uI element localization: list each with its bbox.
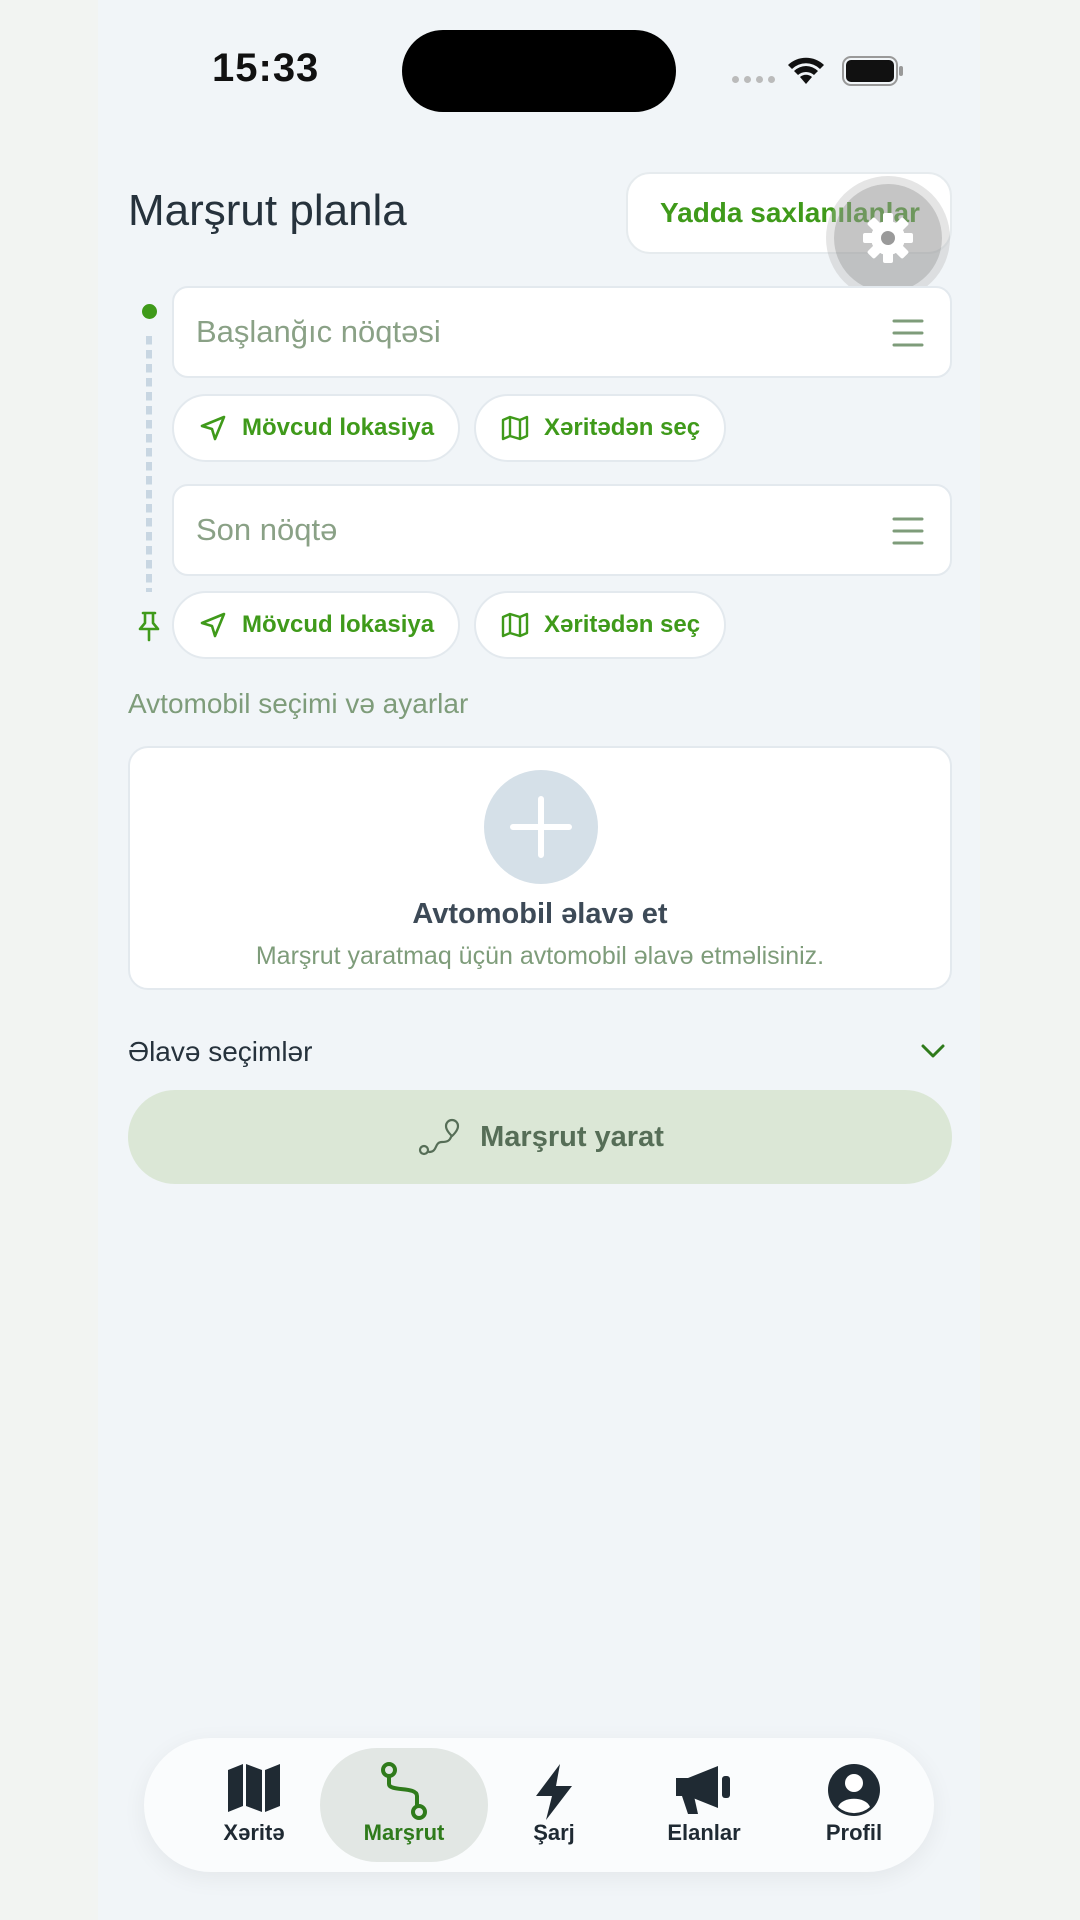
- tab-charge[interactable]: Şarj: [470, 1748, 638, 1862]
- create-route-button[interactable]: Marşrut yarat: [128, 1090, 952, 1184]
- pin-icon: [138, 611, 160, 642]
- chevron-down-icon: [921, 1044, 945, 1058]
- extra-options-toggle[interactable]: Əlavə seçimlər: [128, 1036, 952, 1076]
- map-icon: [501, 612, 529, 638]
- tab-profile[interactable]: Profil: [770, 1748, 938, 1862]
- end-point-placeholder: Son nöqtə: [196, 512, 338, 547]
- status-time: 15:33: [212, 46, 320, 90]
- bottom-tab-bar: Xəritə Marşrut Şarj Elanlar Profil: [144, 1738, 934, 1872]
- route-icon: [419, 1118, 460, 1156]
- end-point-input[interactable]: Son nöqtə: [172, 484, 952, 576]
- end-pick-on-map-label: Xəritədən seç: [544, 611, 701, 638]
- create-route-label: Marşrut yarat: [480, 1120, 664, 1153]
- start-pick-on-map-label: Xəritədən seç: [544, 414, 701, 441]
- tab-announcements[interactable]: Elanlar: [620, 1748, 788, 1862]
- route-connector-line: [146, 336, 152, 592]
- settings-button[interactable]: [834, 184, 942, 292]
- tab-map[interactable]: Xəritə: [170, 1748, 338, 1862]
- cellular-signal-icon: [732, 76, 775, 83]
- navigation-arrow-icon: [200, 612, 226, 638]
- vehicle-section-label: Avtomobil seçimi və ayarlar: [128, 688, 469, 719]
- add-vehicle-card[interactable]: Avtomobil əlavə et Marşrut yaratmaq üçün…: [128, 746, 952, 990]
- tab-route-label: Marşrut: [363, 1820, 445, 1845]
- user-icon: [828, 1764, 880, 1816]
- start-point-dot: [142, 304, 157, 319]
- tab-profile-label: Profil: [825, 1820, 883, 1845]
- reorder-icon[interactable]: [892, 516, 924, 546]
- add-vehicle-subtitle: Marşrut yaratmaq üçün avtomobil əlavə et…: [255, 942, 825, 970]
- dynamic-island: [402, 30, 676, 112]
- map-icon: [228, 1764, 280, 1812]
- tab-route[interactable]: Marşrut: [320, 1748, 488, 1862]
- end-pick-on-map-button[interactable]: Xəritədən seç: [474, 591, 727, 659]
- start-pick-on-map-button[interactable]: Xəritədən seç: [474, 394, 727, 462]
- navigation-arrow-icon: [200, 415, 226, 441]
- tab-announcements-label: Elanlar: [667, 1820, 741, 1845]
- reorder-icon[interactable]: [892, 318, 924, 348]
- start-current-location-button[interactable]: Mövcud lokasiya: [172, 394, 461, 462]
- app-screen: 15:33 Marşrut planla Yadda saxlanılanlar: [98, 0, 980, 1920]
- battery-icon: [842, 56, 903, 86]
- bolt-icon: [536, 1764, 572, 1820]
- add-vehicle-button[interactable]: [484, 770, 598, 884]
- megaphone-icon: [676, 1766, 730, 1814]
- route-icon: [381, 1762, 427, 1820]
- start-point-placeholder: Başlanğıc nöqtəsi: [196, 314, 441, 349]
- wifi-icon: [788, 57, 824, 84]
- gear-icon: [863, 213, 913, 263]
- tab-map-label: Xəritə: [223, 1820, 285, 1845]
- end-current-location-label: Mövcud lokasiya: [242, 611, 435, 638]
- start-current-location-label: Mövcud lokasiya: [242, 414, 435, 441]
- extra-options-label: Əlavə seçimlər: [128, 1036, 313, 1067]
- start-point-input[interactable]: Başlanğıc nöqtəsi: [172, 286, 952, 378]
- add-vehicle-title: Avtomobil əlavə et: [412, 898, 668, 930]
- plus-icon: [510, 796, 572, 858]
- tab-charge-label: Şarj: [533, 1820, 575, 1845]
- page-title: Marşrut planla: [128, 186, 407, 235]
- end-current-location-button[interactable]: Mövcud lokasiya: [172, 591, 461, 659]
- map-icon: [501, 415, 529, 441]
